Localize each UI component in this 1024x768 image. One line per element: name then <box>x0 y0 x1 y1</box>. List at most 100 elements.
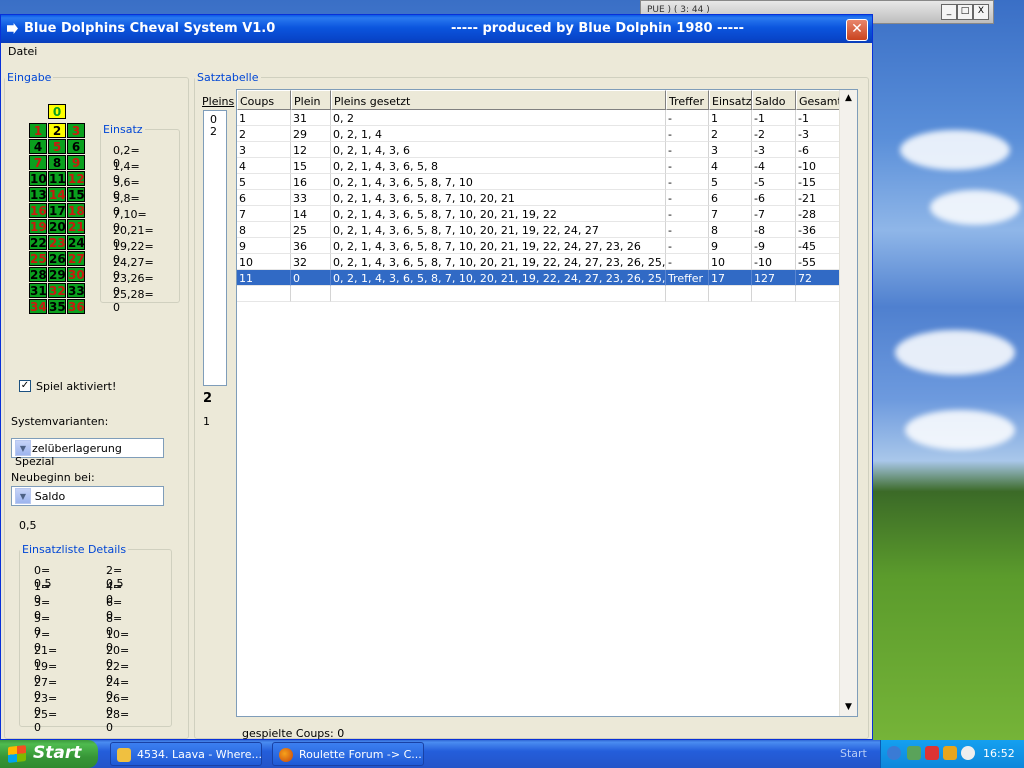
wheel-cell-10[interactable]: 10 <box>29 171 47 186</box>
start-button[interactable]: Start <box>0 740 98 768</box>
chevron-down-icon[interactable]: ▼ <box>15 488 31 504</box>
table-row[interactable]: 7 14 0, 2, 1, 4, 3, 6, 5, 8, 7, 10, 20, 21… <box>237 206 841 222</box>
menu-datei[interactable]: Datei <box>8 45 37 58</box>
antivirus-icon[interactable] <box>925 746 939 760</box>
wheel-cell-12[interactable]: 12 <box>67 171 85 186</box>
table-row[interactable]: 10 32 0, 2, 1, 4, 3, 6, 5, 8, 7, 10, 20, 2… <box>237 254 841 270</box>
wheel-cell-16[interactable]: 16 <box>29 203 47 218</box>
wheel-cell-30[interactable]: 30 <box>67 267 85 282</box>
table-row[interactable]: 4 15 0, 2, 1, 4, 3, 6, 5, 8-4 -4 -10 <box>237 158 841 174</box>
wheel-cell-33[interactable]: 33 <box>67 283 85 298</box>
table-cell: -6 <box>796 142 841 158</box>
vertical-scrollbar[interactable]: ▲ ▼ <box>839 90 857 716</box>
chevron-icon[interactable] <box>887 746 901 760</box>
table-cell: -1 <box>796 110 841 126</box>
table-row[interactable]: 5 16 0, 2, 1, 4, 3, 6, 5, 8, 7, 10-5 -5 -15 <box>237 174 841 190</box>
wheel-cell-7[interactable]: 7 <box>29 155 47 170</box>
wheel-cell-11[interactable]: 11 <box>48 171 66 186</box>
neubeginn-select[interactable]: +1 Saldo ▼ <box>11 486 164 506</box>
start-hint: Start <box>840 747 867 760</box>
details-item: 28= 0 <box>106 708 130 734</box>
title-bar[interactable]: Blue Dolphins Cheval System V1.0 ----- p… <box>1 15 872 43</box>
pleins-list[interactable]: 02 <box>203 110 227 386</box>
wheel-cell-18[interactable]: 18 <box>67 203 85 218</box>
table-row[interactable] <box>237 286 841 302</box>
start-label: Start <box>33 743 82 763</box>
table-cell: 4 <box>709 158 752 174</box>
task-button-laava[interactable]: 4534. Laava - Where... <box>110 742 262 766</box>
column-header[interactable]: Plein <box>291 90 331 110</box>
table-cell: 17 <box>709 270 752 286</box>
wheel-cell-32[interactable]: 32 <box>48 283 66 298</box>
table-row[interactable]: 8 25 0, 2, 1, 4, 3, 6, 5, 8, 7, 10, 20, 21… <box>237 222 841 238</box>
column-header[interactable]: Saldo <box>752 90 796 110</box>
clock: 16:52 <box>983 747 1015 760</box>
wheel-cell-28[interactable]: 28 <box>29 267 47 282</box>
wheel-cell-31[interactable]: 31 <box>29 283 47 298</box>
table-row[interactable]: 2 29 0, 2, 1, 4-2 -2 -3 <box>237 126 841 142</box>
wheel-cell-29[interactable]: 29 <box>48 267 66 282</box>
table-cell: 5 <box>709 174 752 190</box>
wheel-cell-22[interactable]: 22 <box>29 235 47 250</box>
wheel-cell-23[interactable]: 23 <box>48 235 66 250</box>
table-cell: 32 <box>291 254 331 270</box>
wheel-cell-6[interactable]: 6 <box>67 139 85 154</box>
table-row[interactable]: 6 33 0, 2, 1, 4, 3, 6, 5, 8, 7, 10, 20, 21… <box>237 190 841 206</box>
maximize-button[interactable]: □ <box>957 4 973 20</box>
table-cell: 5 <box>237 174 291 190</box>
task-button-roulette-forum[interactable]: Roulette Forum -> C... <box>272 742 424 766</box>
table-cell: 6 <box>709 190 752 206</box>
wheel-cell-27[interactable]: 27 <box>67 251 85 266</box>
table-row[interactable]: 11 0 0, 2, 1, 4, 3, 6, 5, 8, 7, 10, 20, 21… <box>237 270 841 286</box>
satz-table[interactable]: Coups Plein Pleins gesetzt Treffer Einsatz Sa… <box>236 89 858 717</box>
table-cell: 15 <box>291 158 331 174</box>
wheel-cell-34[interactable]: 34 <box>29 299 47 314</box>
table-cell: 3 <box>709 142 752 158</box>
systemvarianten-select[interactable]: Einzelüberlagerung Spezial ▼ <box>11 438 164 468</box>
wheel-cell-0[interactable]: 0 <box>48 104 66 119</box>
wheel-cell-2[interactable]: 2 <box>48 123 66 138</box>
wheel-cell-14[interactable]: 14 <box>48 187 66 202</box>
wheel-cell-15[interactable]: 15 <box>67 187 85 202</box>
wheel-cell-17[interactable]: 17 <box>48 203 66 218</box>
table-row[interactable]: 1 31 0, 2-1 -1 -1 <box>237 110 841 126</box>
wheel-cell-5[interactable]: 5 <box>48 139 66 154</box>
table-row[interactable]: 3 12 0, 2, 1, 4, 3, 6-3 -3 -6 <box>237 142 841 158</box>
messenger-icon[interactable] <box>961 746 975 760</box>
wheel-cell-8[interactable]: 8 <box>48 155 66 170</box>
wheel-cell-24[interactable]: 24 <box>67 235 85 250</box>
zonealarm-icon[interactable] <box>943 746 957 760</box>
wheel-cell-13[interactable]: 13 <box>29 187 47 202</box>
close-button[interactable]: ✕ <box>846 19 868 41</box>
wheel-cell-26[interactable]: 26 <box>48 251 66 266</box>
column-header[interactable]: Einsatz <box>709 90 752 110</box>
pleins-count: 2 <box>203 391 213 406</box>
column-header[interactable]: Treffer <box>666 90 709 110</box>
spiel-checkbox[interactable]: ✓ <box>19 380 31 392</box>
pleins-label: Pleins <box>202 95 235 108</box>
scroll-down-button[interactable]: ▼ <box>841 700 856 715</box>
wheel-cell-35[interactable]: 35 <box>48 299 66 314</box>
wheel-cell-3[interactable]: 3 <box>67 123 85 138</box>
wheel-cell-19[interactable]: 19 <box>29 219 47 234</box>
wheel-cell-9[interactable]: 9 <box>67 155 85 170</box>
scroll-up-button[interactable]: ▲ <box>841 91 856 106</box>
column-header[interactable]: Pleins gesetzt <box>331 90 666 110</box>
table-cell: 3 <box>237 142 291 158</box>
wheel-cell-4[interactable]: 4 <box>29 139 47 154</box>
close-button[interactable]: X <box>973 4 989 20</box>
wheel-cell-25[interactable]: 25 <box>29 251 47 266</box>
network-icon[interactable] <box>907 746 921 760</box>
chevron-down-icon[interactable]: ▼ <box>15 440 31 456</box>
column-header[interactable]: Gesamt <box>796 90 842 110</box>
wheel-cell-21[interactable]: 21 <box>67 219 85 234</box>
column-header[interactable]: Coups <box>237 90 291 110</box>
wheel-cell-20[interactable]: 20 <box>48 219 66 234</box>
table-row[interactable]: 9 36 0, 2, 1, 4, 3, 6, 5, 8, 7, 10, 20, 21… <box>237 238 841 254</box>
wheel-cell-1[interactable]: 1 <box>29 123 47 138</box>
minimize-button[interactable]: _ <box>941 4 957 20</box>
wheel-cell-36[interactable]: 36 <box>67 299 85 314</box>
pleins-item[interactable]: 2 <box>210 125 217 138</box>
einsatz-item: 25,28= 0 <box>113 288 154 314</box>
details-item: 25= 0 <box>34 708 58 734</box>
